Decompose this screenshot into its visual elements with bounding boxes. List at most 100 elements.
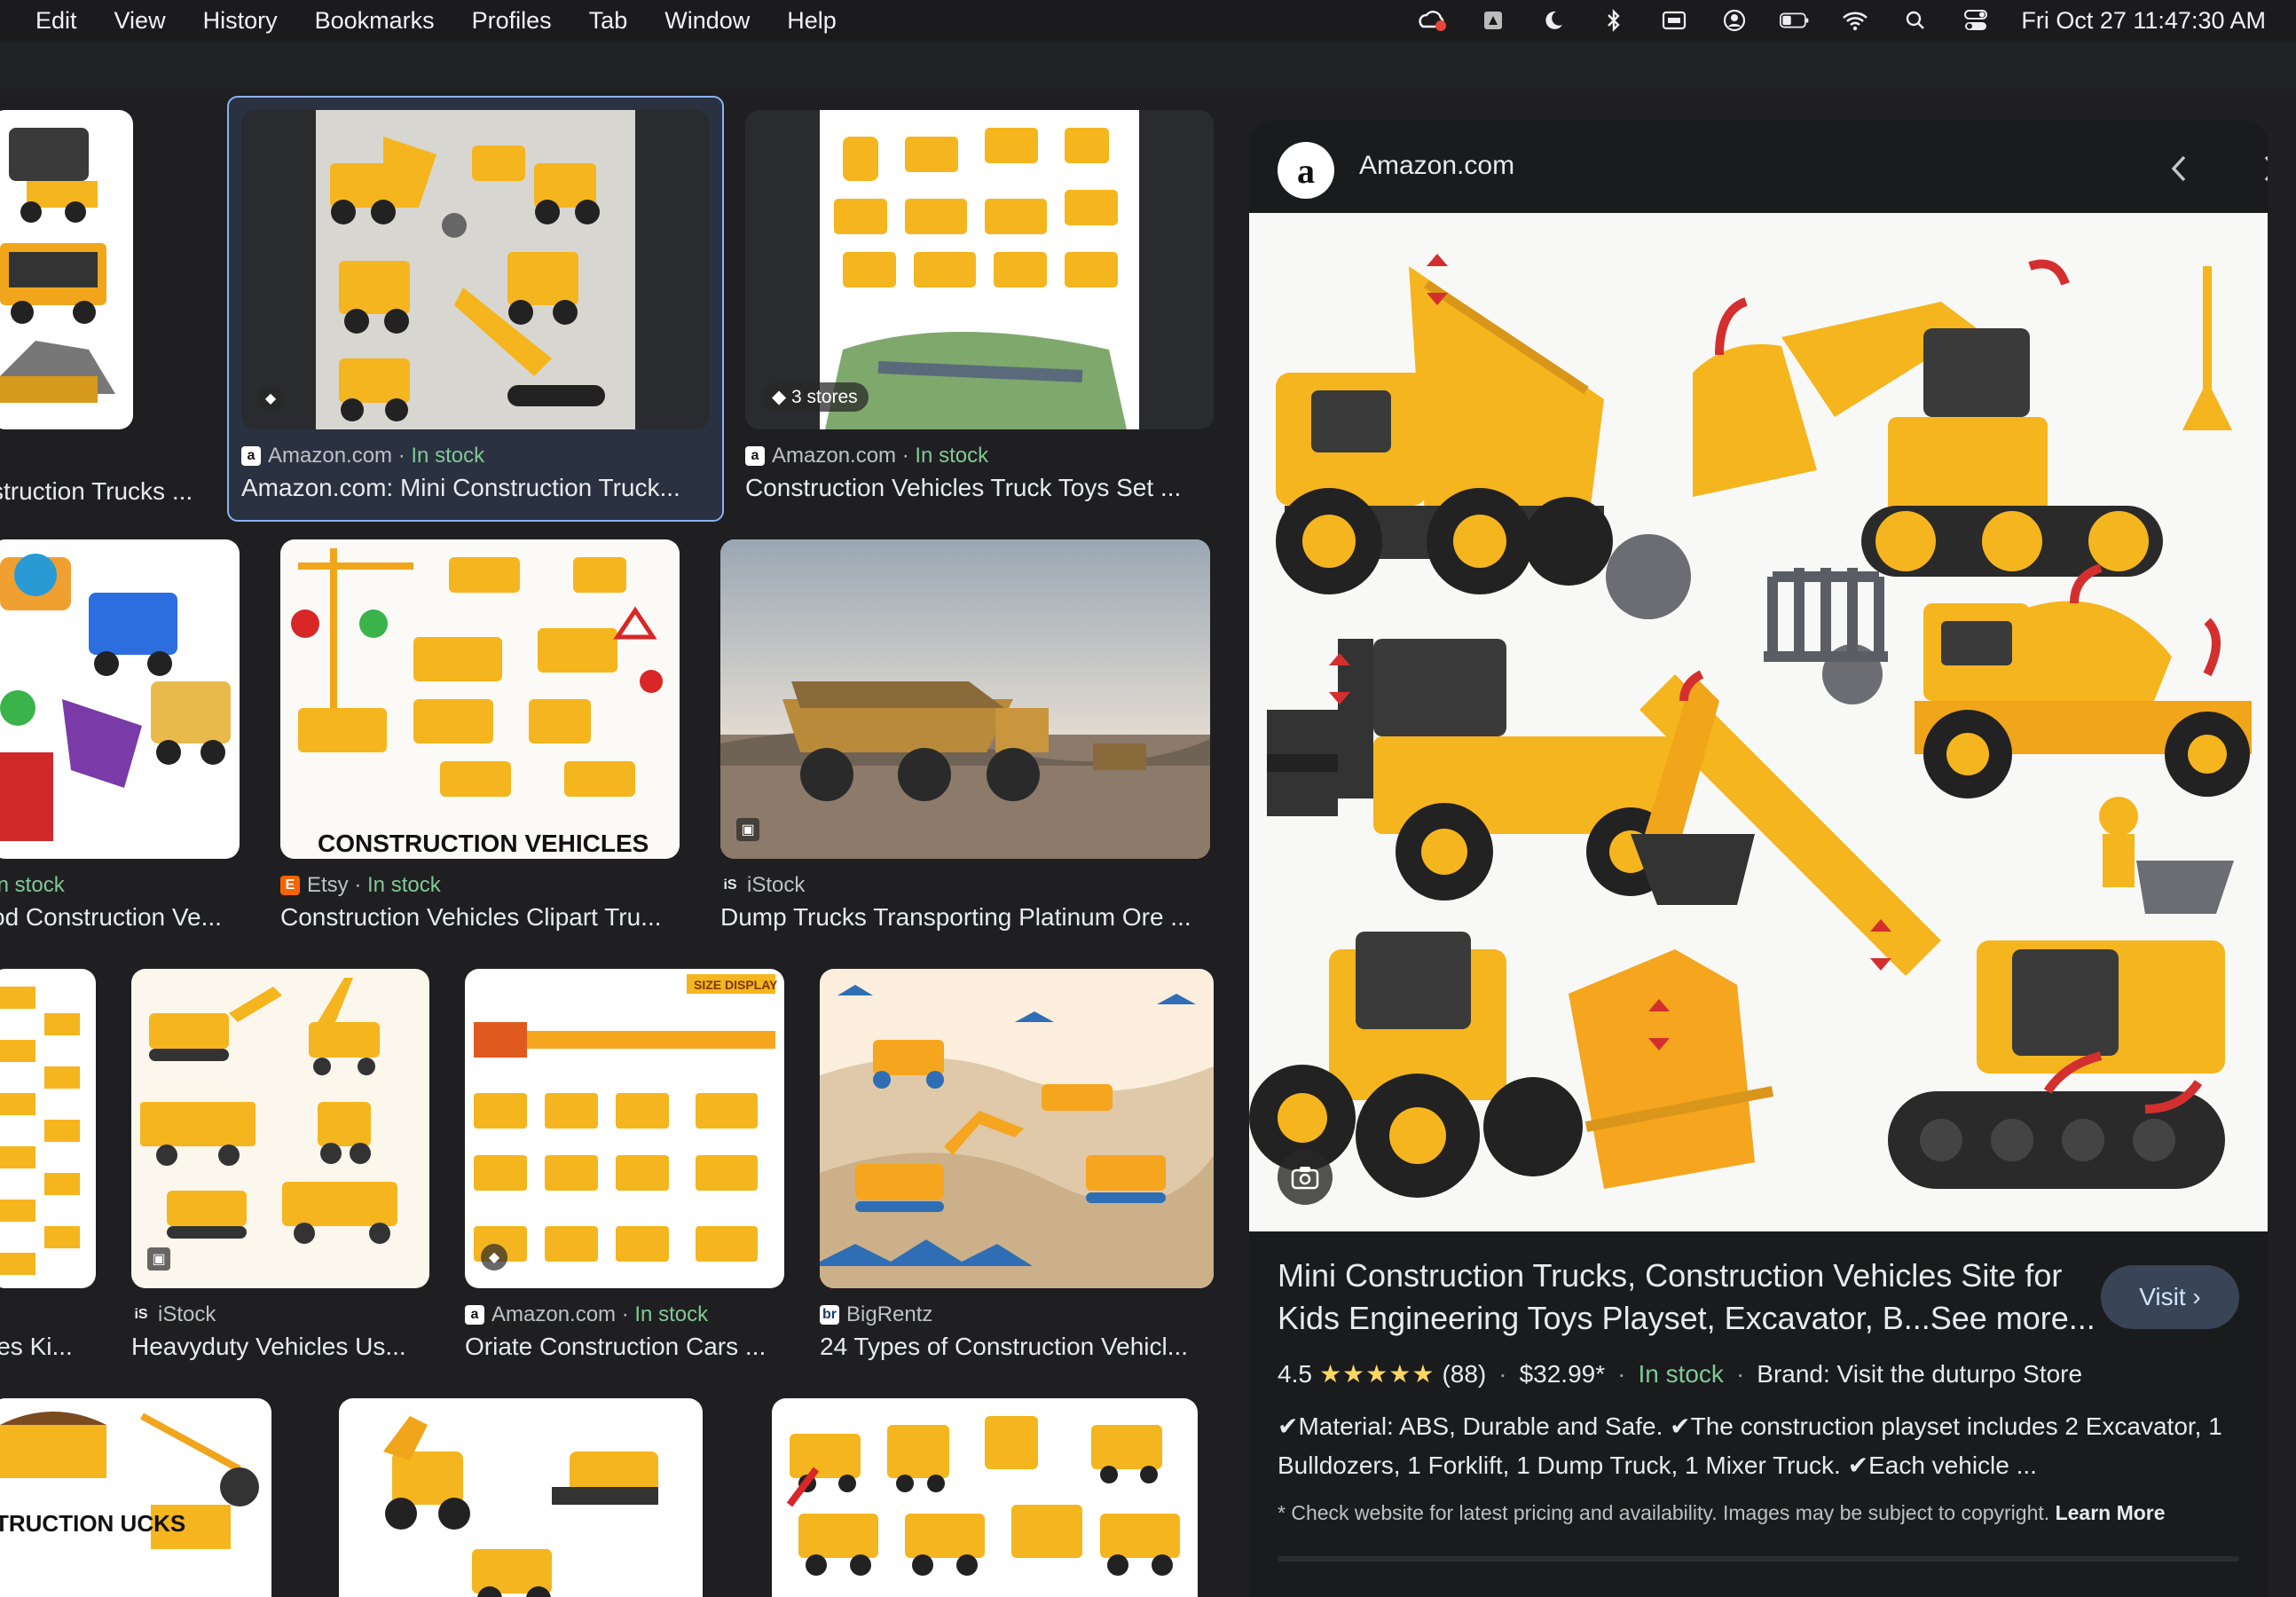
input-source-icon[interactable] bbox=[1659, 7, 1689, 34]
panel-site-name[interactable]: Amazon.com bbox=[1359, 151, 1514, 181]
menu-bookmarks[interactable]: Bookmarks bbox=[315, 7, 435, 35]
image-icon: ▣ bbox=[736, 818, 759, 841]
tag-icon: ◆ bbox=[481, 1244, 507, 1271]
previous-button[interactable] bbox=[2156, 146, 2202, 192]
result-thumbnail[interactable] bbox=[772, 1398, 1198, 1597]
result-source: iS iStock bbox=[720, 873, 805, 898]
result-card-selected[interactable]: ◆ a Amazon.com · In stock Amazon.com: Mi… bbox=[227, 96, 724, 522]
control-center-icon[interactable] bbox=[1961, 7, 1991, 34]
lens-search-button[interactable] bbox=[1278, 1150, 1333, 1205]
result-thumbnail[interactable]: ◆ bbox=[241, 110, 710, 429]
result-thumbnail[interactable] bbox=[0, 969, 96, 1288]
result-title[interactable]: Amazon.com: Mini Construction Truck... bbox=[241, 474, 712, 502]
printer-icon[interactable] bbox=[1478, 7, 1508, 34]
result-source: a Amazon.com · In stock bbox=[465, 1302, 708, 1327]
menu-window[interactable]: Window bbox=[664, 7, 750, 35]
result-stock: In stock bbox=[915, 444, 989, 468]
result-thumbnail[interactable] bbox=[339, 1398, 703, 1597]
stores-badge: ◆ 3 stores bbox=[761, 382, 869, 412]
bluetooth-icon[interactable] bbox=[1599, 7, 1629, 34]
result-source-name: iStock bbox=[158, 1302, 216, 1326]
result-source: br BigRentz bbox=[820, 1302, 932, 1327]
result-thumbnail[interactable]: CONSTRUCTION VEHICLES bbox=[280, 539, 680, 859]
review-count: (88) bbox=[1442, 1359, 1487, 1388]
result-source-name: Amazon.com bbox=[268, 444, 393, 468]
browser-tab-strip bbox=[0, 41, 2296, 92]
result-source: a Amazon.com · In stock bbox=[241, 444, 484, 468]
next-button[interactable] bbox=[2248, 146, 2268, 192]
result-card[interactable]: SIZE DISPLAY ◆ a Amazon.com · In stock O… bbox=[465, 969, 788, 1386]
result-source: E Etsy · In stock bbox=[280, 873, 441, 898]
result-source: a Amazon.com · In stock bbox=[745, 444, 988, 468]
battery-icon[interactable] bbox=[1780, 7, 1810, 34]
result-title[interactable]: struction Trucks ... bbox=[0, 477, 204, 506]
bigrentz-favicon-icon: br bbox=[820, 1305, 839, 1325]
menu-edit[interactable]: Edit bbox=[35, 7, 77, 35]
result-card[interactable]: br BigRentz 24 Types of Construction Veh… bbox=[820, 969, 1219, 1386]
amazon-favicon-icon: a bbox=[465, 1305, 484, 1325]
result-card[interactable] bbox=[339, 1398, 703, 1597]
result-thumbnail[interactable]: SIZE DISPLAY ◆ bbox=[465, 969, 784, 1288]
result-card[interactable]: ▣ iS iStock Dump Trucks Transporting Pla… bbox=[720, 539, 1217, 956]
visit-button[interactable]: Visit › bbox=[2101, 1265, 2239, 1329]
menu-tab[interactable]: Tab bbox=[589, 7, 628, 35]
result-stock: In stock bbox=[367, 873, 441, 897]
result-card[interactable]: CONSTRUCTION VEHICLES E Etsy · In stock … bbox=[280, 539, 688, 956]
moon-icon[interactable] bbox=[1538, 7, 1569, 34]
panel-product-title[interactable]: Mini Construction Trucks, Construction V… bbox=[1278, 1255, 2129, 1340]
result-source-name: iStock bbox=[747, 873, 806, 897]
result-thumbnail[interactable] bbox=[0, 539, 240, 859]
result-thumbnail[interactable]: ▣ bbox=[131, 969, 429, 1288]
result-thumbnail[interactable]: TRUCTION UCKS bbox=[0, 1398, 271, 1597]
disclaimer: * Check website for latest pricing and a… bbox=[1278, 1501, 2245, 1525]
result-stock: In stock bbox=[634, 1302, 709, 1326]
stores-badge-label: 3 stores bbox=[790, 386, 858, 407]
amazon-logo-icon[interactable]: a bbox=[1278, 142, 1334, 199]
result-thumbnail[interactable] bbox=[0, 110, 133, 429]
amazon-favicon-icon: a bbox=[241, 446, 261, 466]
result-title[interactable]: les Ki... bbox=[0, 1333, 98, 1361]
result-thumbnail[interactable]: ▣ bbox=[720, 539, 1210, 859]
result-source-name: Amazon.com bbox=[772, 444, 897, 468]
result-card[interactable]: In stock od Construction Ve... bbox=[0, 539, 248, 956]
tag-icon: ◆ bbox=[772, 387, 791, 407]
result-thumbnail[interactable]: ◆ 3 stores bbox=[745, 110, 1214, 429]
camera-lens-icon bbox=[1291, 1167, 1319, 1190]
result-card[interactable]: TRUCTION UCKS bbox=[0, 1398, 271, 1597]
menu-profiles[interactable]: Profiles bbox=[472, 7, 552, 35]
chevron-right-icon: › bbox=[2185, 1283, 2201, 1310]
result-thumbnail[interactable] bbox=[820, 969, 1214, 1288]
result-source-name: Etsy bbox=[307, 873, 349, 897]
menu-view[interactable]: View bbox=[114, 7, 166, 35]
result-title[interactable]: Dump Trucks Transporting Platinum Ore ..… bbox=[720, 903, 1210, 932]
result-stock: In stock bbox=[0, 873, 65, 897]
learn-more-link[interactable]: Learn More bbox=[2056, 1501, 2166, 1524]
preview-image[interactable] bbox=[1249, 213, 2268, 1231]
result-title[interactable]: Heavyduty Vehicles Us... bbox=[131, 1333, 429, 1361]
result-title[interactable]: 24 Types of Construction Vehicl... bbox=[820, 1333, 1214, 1361]
result-card[interactable]: struction Trucks ... bbox=[0, 110, 204, 527]
brand: Brand: Visit the duturpo Store bbox=[1757, 1359, 2083, 1388]
price: $32.99* bbox=[1519, 1359, 1606, 1388]
result-title[interactable]: Construction Vehicles Truck Toys Set ... bbox=[745, 474, 1215, 502]
user-account-icon[interactable] bbox=[1719, 7, 1750, 34]
result-title[interactable]: Construction Vehicles Clipart Tru... bbox=[280, 903, 688, 932]
result-card[interactable] bbox=[772, 1398, 1198, 1597]
result-card[interactable]: les Ki... bbox=[0, 969, 106, 1386]
result-title[interactable]: od Construction Ve... bbox=[0, 903, 240, 932]
creative-cloud-icon[interactable] bbox=[1418, 7, 1448, 34]
result-source-name: Amazon.com bbox=[491, 1302, 617, 1326]
result-source: In stock bbox=[0, 873, 65, 898]
result-title[interactable]: Oriate Construction Cars ... bbox=[465, 1333, 788, 1361]
result-source-name: BigRentz bbox=[846, 1302, 933, 1326]
wifi-icon[interactable] bbox=[1840, 7, 1870, 34]
menu-help[interactable]: Help bbox=[787, 7, 837, 35]
image-icon: ▣ bbox=[147, 1247, 170, 1271]
search-icon[interactable] bbox=[1900, 7, 1930, 34]
rating-stars-icon: ★★★★★ bbox=[1318, 1360, 1435, 1388]
thumbnail-caption: TRUCTION UCKS bbox=[0, 1510, 185, 1537]
result-card[interactable]: ◆ 3 stores a Amazon.com · In stock Const… bbox=[745, 110, 1224, 527]
status-area: Fri Oct 27 11:47:30 AM bbox=[1388, 0, 2266, 41]
result-card[interactable]: ▣ iS iStock Heavyduty Vehicles Us... bbox=[131, 969, 433, 1386]
menu-history[interactable]: History bbox=[203, 7, 278, 35]
